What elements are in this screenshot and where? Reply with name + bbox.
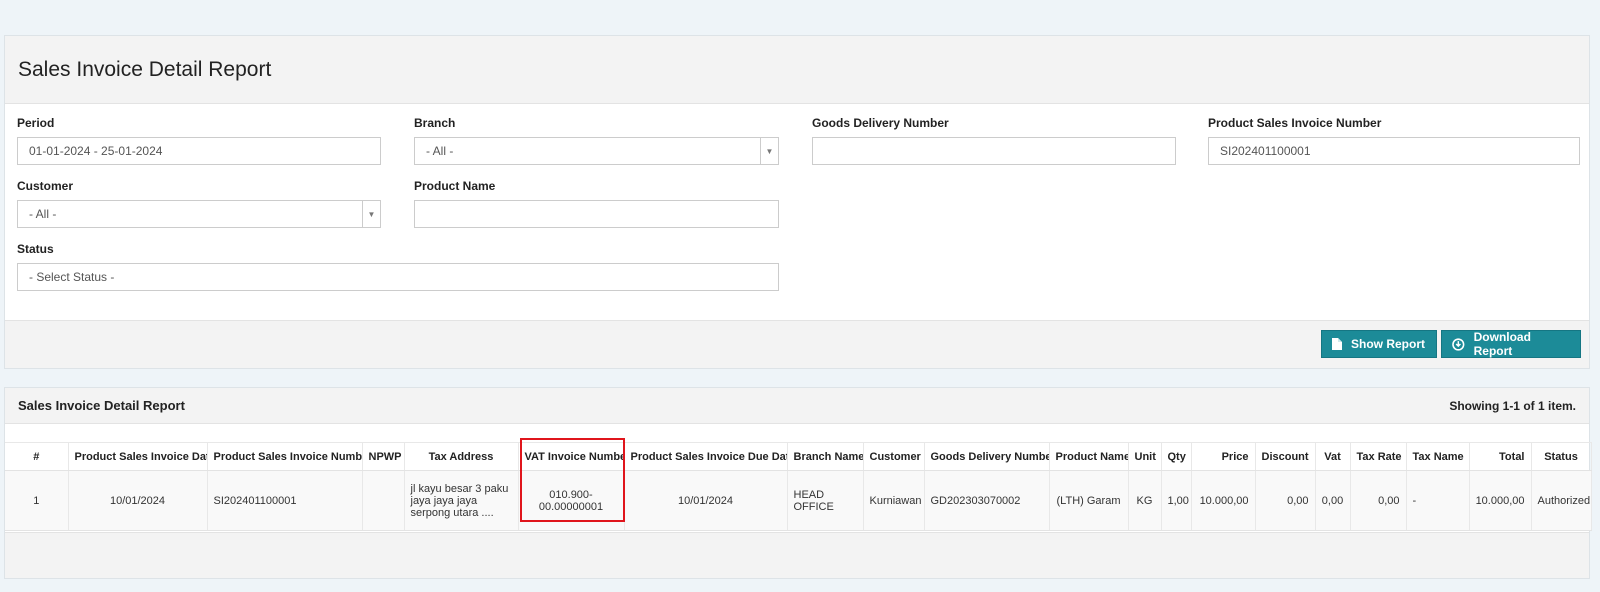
tax-name-cell: - bbox=[1406, 470, 1470, 531]
invoice-number-input[interactable]: SI202401100001 bbox=[1208, 137, 1580, 165]
column-header[interactable]: Price bbox=[1191, 442, 1256, 471]
goods-delivery-input[interactable] bbox=[812, 137, 1176, 165]
unit-cell: KG bbox=[1128, 470, 1162, 531]
show-report-label: Show Report bbox=[1351, 337, 1425, 351]
column-header[interactable]: Unit bbox=[1128, 442, 1162, 471]
period-field: Period 01-01-2024 - 25-01-2024 bbox=[17, 116, 381, 165]
column-header[interactable]: Tax Rate bbox=[1350, 442, 1407, 471]
due-date-cell: 10/01/2024 bbox=[624, 470, 788, 531]
column-header[interactable]: Product Sales Invoice Number bbox=[207, 442, 363, 471]
customer-field: Customer - All - ▼ bbox=[17, 179, 381, 228]
customer-cell: Kurniawan bbox=[863, 470, 925, 531]
npwp-cell bbox=[362, 470, 405, 531]
goods-delivery-label: Goods Delivery Number bbox=[812, 116, 949, 130]
column-header[interactable]: # bbox=[5, 442, 69, 471]
vat-invoice-number-cell: 010.900-00.00000001 bbox=[518, 470, 625, 531]
table-row[interactable]: 1 10/01/2024 SI202401100001 jl kayu besa… bbox=[5, 470, 1592, 531]
product-name-field: Product Name bbox=[414, 179, 779, 228]
column-header[interactable]: NPWP bbox=[362, 442, 405, 471]
tax-address-cell: jl kayu besar 3 paku jaya jaya jaya serp… bbox=[404, 470, 519, 531]
show-report-button[interactable]: Show Report bbox=[1321, 330, 1437, 358]
period-label: Period bbox=[17, 116, 55, 130]
filter-actions: Show Report Download Report bbox=[5, 320, 1589, 368]
vat-cell: 0,00 bbox=[1315, 470, 1351, 531]
report-footer bbox=[5, 532, 1589, 578]
download-report-label: Download Report bbox=[1473, 330, 1531, 358]
column-header[interactable]: Product Sales Invoice Due Date bbox=[624, 442, 788, 471]
column-header[interactable]: Discount bbox=[1255, 442, 1316, 471]
row-number-cell: 1 bbox=[5, 470, 69, 531]
goods-delivery-cell: GD202303070002 bbox=[924, 470, 1050, 531]
column-header[interactable]: VAT Invoice Number bbox=[518, 442, 625, 471]
invoice-date-cell: 10/01/2024 bbox=[68, 470, 208, 531]
column-header[interactable]: Total bbox=[1469, 442, 1532, 471]
filter-panel: Sales Invoice Detail Report Period 01-01… bbox=[4, 35, 1590, 369]
download-report-button[interactable]: Download Report bbox=[1441, 330, 1581, 358]
branch-select[interactable]: - All - ▼ bbox=[414, 137, 779, 165]
report-header: Sales Invoice Detail Report Showing 1-1 … bbox=[5, 388, 1589, 424]
period-input[interactable]: 01-01-2024 - 25-01-2024 bbox=[17, 137, 381, 165]
customer-select[interactable]: - All - ▼ bbox=[17, 200, 381, 228]
discount-cell: 0,00 bbox=[1255, 470, 1316, 531]
column-header[interactable]: Product Sales Invoice Date bbox=[68, 442, 208, 471]
qty-cell: 1,00 bbox=[1161, 470, 1192, 531]
chevron-down-icon[interactable]: ▼ bbox=[760, 138, 778, 164]
page-title: Sales Invoice Detail Report bbox=[18, 57, 272, 81]
product-name-label: Product Name bbox=[414, 179, 496, 193]
column-header[interactable]: Goods Delivery Number bbox=[924, 442, 1050, 471]
invoice-number-cell: SI202401100001 bbox=[207, 470, 363, 531]
status-field: Status - Select Status - bbox=[17, 242, 779, 291]
tax-rate-cell: 0,00 bbox=[1350, 470, 1407, 531]
report-title: Sales Invoice Detail Report bbox=[18, 398, 185, 413]
status-select[interactable]: - Select Status - bbox=[17, 263, 779, 291]
report-panel: Sales Invoice Detail Report Showing 1-1 … bbox=[4, 387, 1592, 579]
product-name-cell: (LTH) Garam bbox=[1049, 470, 1129, 531]
branch-field: Branch - All - ▼ bbox=[414, 116, 779, 165]
column-header[interactable]: Qty bbox=[1161, 442, 1192, 471]
column-header[interactable]: Tax Address bbox=[404, 442, 519, 471]
invoice-number-field: Product Sales Invoice Number SI202401100… bbox=[1208, 116, 1580, 165]
total-cell: 10.000,00 bbox=[1469, 470, 1532, 531]
branch-name-cell: HEAD OFFICE bbox=[787, 470, 864, 531]
column-header[interactable]: Vat bbox=[1315, 442, 1351, 471]
chevron-down-icon[interactable]: ▼ bbox=[362, 201, 380, 227]
column-header[interactable]: Customer bbox=[863, 442, 925, 471]
branch-value: - All - bbox=[426, 144, 454, 158]
branch-label: Branch bbox=[414, 116, 456, 130]
report-table: # Product Sales Invoice Date Product Sal… bbox=[5, 442, 1592, 531]
customer-label: Customer bbox=[17, 179, 74, 193]
status-label: Status bbox=[17, 242, 54, 256]
customer-value: - All - bbox=[29, 207, 57, 221]
product-name-input[interactable] bbox=[414, 200, 779, 228]
file-icon bbox=[1332, 338, 1342, 350]
download-circle-icon bbox=[1452, 337, 1465, 351]
column-header[interactable]: Tax Name bbox=[1406, 442, 1470, 471]
report-summary: Showing 1-1 of 1 item. bbox=[1449, 398, 1576, 413]
column-header[interactable]: Status bbox=[1531, 442, 1592, 471]
column-header[interactable]: Branch Name bbox=[787, 442, 864, 471]
table-header-row: # Product Sales Invoice Date Product Sal… bbox=[5, 442, 1592, 471]
panel-header: Sales Invoice Detail Report bbox=[5, 36, 1589, 104]
column-header[interactable]: Product Name bbox=[1049, 442, 1129, 471]
status-cell: Authorized bbox=[1531, 470, 1592, 531]
invoice-number-label: Product Sales Invoice Number bbox=[1208, 116, 1382, 130]
goods-delivery-field: Goods Delivery Number bbox=[812, 116, 1176, 165]
price-cell: 10.000,00 bbox=[1191, 470, 1256, 531]
